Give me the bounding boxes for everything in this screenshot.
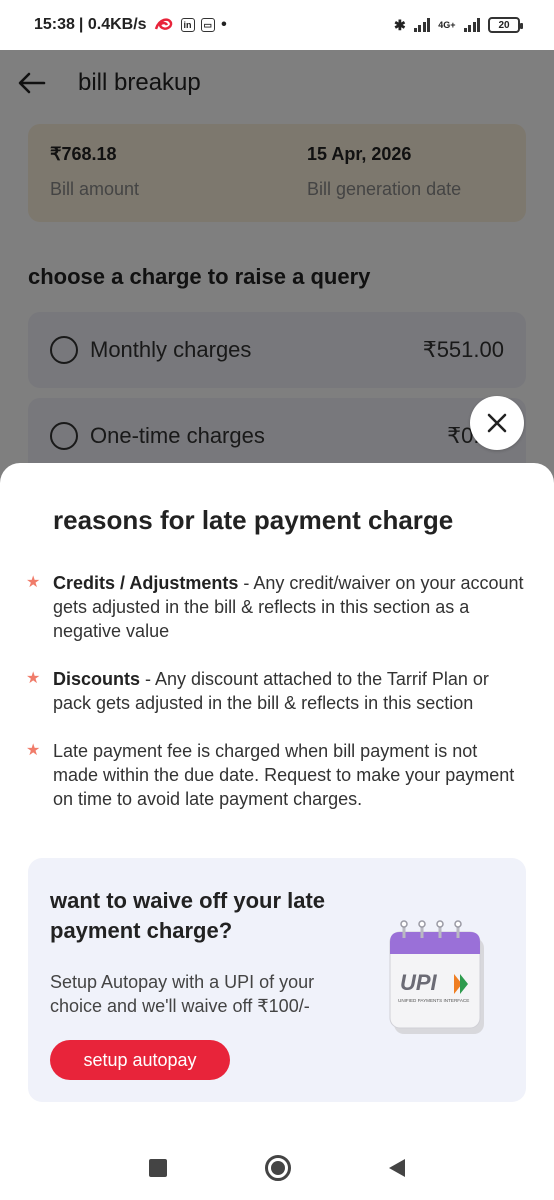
- notification-icon: ▭: [200, 18, 216, 32]
- promo-title: want to waive off your late payment char…: [50, 888, 326, 943]
- upi-logo-subtext: UNIFIED PAYMENTS INTERFACE: [398, 998, 469, 1003]
- star-icon: ★: [26, 574, 41, 591]
- signal-1-icon: [413, 18, 431, 32]
- list-item: ★ Late payment fee is charged when bill …: [26, 739, 526, 811]
- star-icon: ★: [26, 670, 41, 687]
- bluetooth-icon: ✱: [394, 16, 406, 33]
- dot-icon: •: [221, 16, 227, 33]
- sheet-title: reasons for late payment charge: [53, 505, 454, 535]
- list-item: ★ Credits / Adjustments - Any credit/wai…: [26, 571, 526, 643]
- status-network-speed: | 0.4KB/s: [78, 16, 147, 33]
- close-icon: [487, 413, 507, 433]
- star-icon: ★: [26, 742, 41, 759]
- battery-icon: 20: [488, 17, 523, 33]
- reasons-list: ★ Credits / Adjustments - Any credit/wai…: [26, 571, 526, 835]
- airtel-icon: [154, 18, 172, 30]
- upi-calendar-icon: UPI UNIFIED PAYMENTS INTERFACE: [389, 920, 484, 1034]
- reason-text: Late payment fee is charged when bill pa…: [53, 741, 515, 809]
- late-payment-bottom-sheet: reasons for late payment charge ★ Credit…: [0, 463, 554, 1135]
- setup-autopay-button[interactable]: setup autopay: [50, 1040, 230, 1080]
- autopay-promo-card: want to waive off your late payment char…: [28, 858, 526, 1102]
- linkedin-icon: in: [180, 18, 195, 32]
- battery-level: 20: [498, 19, 510, 31]
- signal-2-icon: [463, 18, 480, 32]
- network-type-label: 4G+: [438, 20, 456, 30]
- system-navigation-bar: [0, 1135, 554, 1200]
- upi-logo-text: UPI: [400, 970, 438, 995]
- status-time: 15:38: [34, 16, 75, 33]
- list-item: ★ Discounts - Any discount attached to t…: [26, 667, 526, 715]
- nav-recents-icon[interactable]: [149, 1158, 167, 1177]
- reason-heading: Discounts: [53, 669, 141, 689]
- close-button[interactable]: [470, 396, 524, 450]
- reason-heading: Credits / Adjustments: [53, 573, 239, 593]
- nav-home-icon[interactable]: [265, 1154, 291, 1181]
- nav-back-icon[interactable]: [389, 1158, 405, 1177]
- status-bar: 15:38 | 0.4KB/s in ▭ • ✱ 4G+ 20: [0, 0, 554, 50]
- promo-description: Setup Autopay with a UPI of your choice …: [50, 972, 315, 1016]
